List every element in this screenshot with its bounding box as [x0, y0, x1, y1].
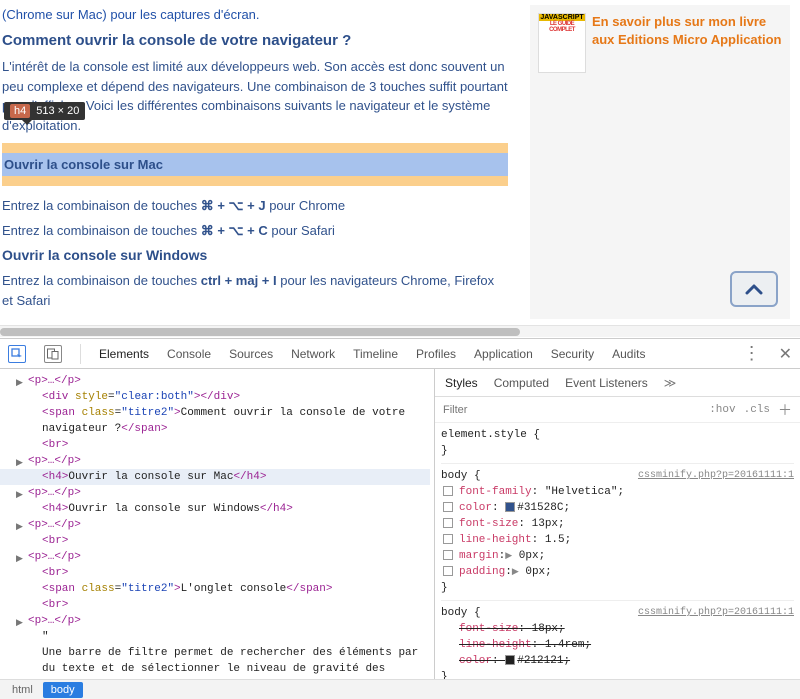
tab-timeline[interactable]: Timeline: [353, 347, 398, 361]
back-to-top-button[interactable]: [730, 271, 778, 307]
new-style-rule-icon[interactable]: ＋: [778, 400, 792, 420]
scrollbar-thumb[interactable]: [0, 328, 520, 336]
dom-tree[interactable]: ▶<p>…</p> <div style="clear:both"></div>…: [0, 369, 435, 679]
dom-selected-h4[interactable]: <h4>Ouvrir la console sur Mac</h4>: [0, 469, 430, 485]
tab-security[interactable]: Security: [551, 347, 594, 361]
chevron-up-icon: [745, 283, 763, 295]
color-swatch[interactable]: [505, 502, 515, 512]
breadcrumb-body[interactable]: body: [43, 682, 83, 698]
inspect-tooltip-tag: h4: [10, 104, 30, 118]
h4-mac-heading: Ouvrir la console sur Mac: [2, 153, 508, 176]
styles-tab-more-icon[interactable]: ≫: [664, 376, 677, 390]
inspect-tooltip-dims: 513 × 20: [36, 105, 79, 117]
styles-tab-computed[interactable]: Computed: [494, 376, 549, 390]
mac-safari-line: Entrez la combinaison de touches ⌘ + ⌥ +…: [2, 221, 508, 241]
horizontal-scrollbar[interactable]: [0, 325, 800, 337]
tab-sources[interactable]: Sources: [229, 347, 273, 361]
device-toolbar-icon[interactable]: [44, 345, 62, 363]
devtools-menu-icon[interactable]: ⋮: [743, 343, 761, 364]
intro-paragraph: L'intérêt de la console est limité aux d…: [2, 57, 508, 135]
win-line: Entrez la combinaison de touches ctrl + …: [2, 271, 508, 310]
h4-win-heading: Ouvrir la console sur Windows: [2, 245, 508, 266]
section-heading: Comment ouvrir la console de votre navig…: [2, 30, 508, 53]
styles-tab-event-listeners[interactable]: Event Listeners: [565, 376, 648, 390]
styles-pane: Styles Computed Event Listeners ≫ :hov .…: [435, 369, 800, 679]
breadcrumb-html[interactable]: html: [4, 682, 41, 698]
styles-filter-input[interactable]: [443, 404, 701, 416]
devtools-close-icon[interactable]: ✕: [779, 344, 792, 364]
highlight-margin-band: Ouvrir la console sur Mac: [2, 143, 508, 186]
intro-link-tail: (Chrome sur Mac) pour les captures d'écr…: [2, 5, 508, 25]
tab-console[interactable]: Console: [167, 347, 211, 361]
tab-application[interactable]: Application: [474, 347, 533, 361]
cls-toggle[interactable]: .cls: [744, 404, 770, 416]
book-thumbnail: JAVASCRIPT LE GUIDE COMPLET: [538, 13, 586, 73]
breadcrumb: html body: [0, 679, 800, 699]
tab-profiles[interactable]: Profiles: [416, 347, 456, 361]
color-swatch[interactable]: [505, 655, 515, 665]
hov-toggle[interactable]: :hov: [709, 404, 735, 416]
rule-source-link[interactable]: cssminify.php?p=20161111:1: [638, 468, 794, 484]
inspect-tooltip: h4 513 × 20: [4, 102, 85, 120]
styles-tab-styles[interactable]: Styles: [445, 376, 478, 390]
tab-network[interactable]: Network: [291, 347, 335, 361]
devtools-panel: Elements Console Sources Network Timelin…: [0, 338, 800, 699]
mac-chrome-line: Entrez la combinaison de touches ⌘ + ⌥ +…: [2, 196, 508, 216]
tab-elements[interactable]: Elements: [99, 347, 149, 361]
devtools-tabbar: Elements Console Sources Network Timelin…: [0, 339, 800, 369]
tab-audits[interactable]: Audits: [612, 347, 645, 361]
rule-source-link[interactable]: cssminify.php?p=20161111:1: [638, 605, 794, 621]
inspect-element-icon[interactable]: [8, 345, 26, 363]
css-rules[interactable]: element.style { } cssminify.php?p=201611…: [435, 423, 800, 679]
sidebar-promo: JAVASCRIPT LE GUIDE COMPLET En savoir pl…: [530, 5, 790, 319]
book-link[interactable]: En savoir plus sur mon livre aux Edition…: [592, 14, 781, 47]
